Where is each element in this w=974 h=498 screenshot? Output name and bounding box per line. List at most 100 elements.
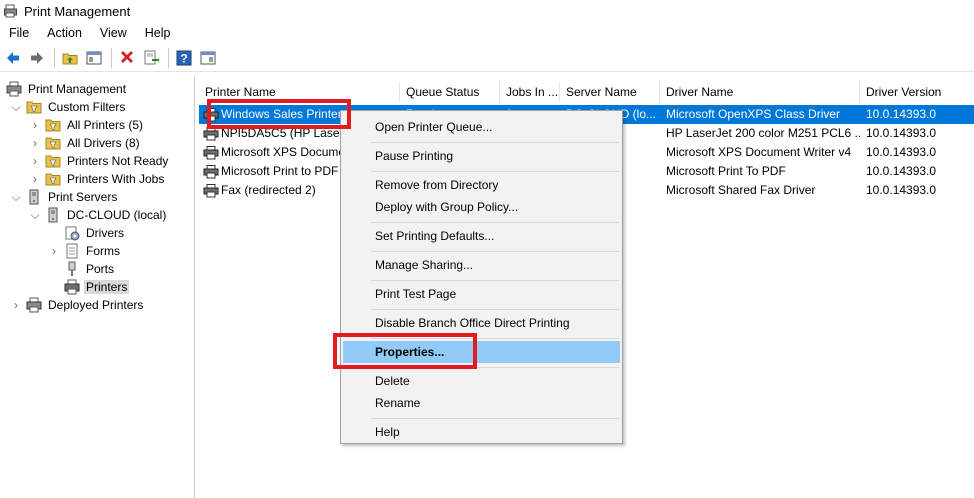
column-header-queue-status[interactable]: Queue Status	[400, 82, 500, 102]
show-hide-console-tree-button[interactable]	[83, 47, 105, 69]
back-button[interactable]	[2, 47, 24, 69]
menu-item-manage-sharing[interactable]: Manage Sharing...	[343, 254, 620, 276]
menu-item-set-printing-defaults[interactable]: Set Printing Defaults...	[343, 225, 620, 247]
menu-item-pause-printing[interactable]: Pause Printing	[343, 145, 620, 167]
driver-name-cell: Microsoft XPS Document Writer v4	[666, 145, 852, 159]
tree-item-all-printers[interactable]: › All Printers (5)	[29, 116, 145, 134]
chevron-right-icon[interactable]: ›	[10, 298, 22, 312]
filter-folder-icon	[26, 101, 42, 114]
menu-item-remove-from-directory[interactable]: Remove from Directory	[343, 174, 620, 196]
up-folder-icon	[62, 53, 78, 64]
driver-version-cell: 10.0.14393.0	[866, 164, 937, 178]
title-bar: Print Management	[0, 0, 974, 22]
tree-label: All Printers (5)	[67, 118, 144, 132]
tree-item-forms[interactable]: › Forms	[48, 242, 122, 260]
menu-separator	[371, 251, 619, 252]
driver-version-cell: 10.0.14393.0	[866, 145, 937, 159]
filter-icon	[45, 155, 61, 168]
tree-label: All Drivers (8)	[67, 136, 140, 150]
column-header-driver-version[interactable]: Driver Version	[860, 82, 974, 102]
tree-item-deployed-printers[interactable]: › Deployed Printers	[10, 296, 145, 314]
menu-item-delete[interactable]: Delete	[343, 370, 620, 392]
menu-bar: File Action View Help	[0, 22, 974, 44]
chevron-down-icon[interactable]: ⌵	[10, 100, 22, 114]
toolbar-separator	[168, 47, 169, 68]
tree-item-all-drivers[interactable]: › All Drivers (8)	[29, 134, 142, 152]
chevron-right-icon[interactable]: ›	[29, 136, 41, 150]
menu-view[interactable]: View	[91, 22, 136, 44]
show-hide-action-pane-icon	[200, 51, 216, 64]
driver-name-cell: HP LaserJet 200 color M251 PCL6 ...	[666, 126, 860, 140]
menu-separator	[371, 418, 619, 419]
tree-item-ports[interactable]: Ports	[64, 260, 116, 278]
menu-item-open-printer-queue[interactable]: Open Printer Queue...	[343, 116, 620, 138]
chevron-right-icon[interactable]: ›	[29, 172, 41, 186]
chevron-down-icon[interactable]: ⌵	[10, 190, 22, 204]
column-header-driver-name[interactable]: Driver Name	[660, 82, 860, 102]
show-hide-action-pane-button[interactable]	[197, 47, 219, 69]
printer-icon	[203, 145, 219, 159]
delete-icon	[121, 50, 133, 63]
back-arrow-icon	[7, 51, 19, 64]
column-header-jobs-in-queue[interactable]: Jobs In ...	[500, 82, 560, 102]
tree-label: Custom Filters	[48, 100, 126, 114]
window-title: Print Management	[24, 3, 131, 19]
menu-item-print-test-page[interactable]: Print Test Page	[343, 283, 620, 305]
tree-item-dc-cloud[interactable]: ⌵ DC-CLOUD (local)	[29, 206, 168, 224]
chevron-right-icon[interactable]: ›	[29, 118, 41, 132]
tree-label: Printers	[84, 280, 130, 294]
export-list-button[interactable]	[140, 47, 162, 69]
toolbar: ?	[0, 44, 974, 72]
menu-item-help[interactable]: Help	[343, 421, 620, 443]
forward-button[interactable]	[26, 47, 48, 69]
deployed-printers-icon	[26, 297, 42, 313]
tree-item-custom-filters[interactable]: ⌵ Custom Filters	[10, 98, 127, 116]
menu-item-deploy-with-group-policy[interactable]: Deploy with Group Policy...	[343, 196, 620, 218]
server-icon	[29, 189, 39, 205]
tree-item-drivers[interactable]: Drivers	[64, 224, 126, 242]
tree-item-printers[interactable]: Printers	[64, 278, 130, 296]
printer-name: Microsoft Print to PDF	[221, 164, 339, 178]
printer-name: Fax (redirected 2)	[221, 183, 316, 197]
svg-text:?: ?	[180, 51, 187, 65]
menu-separator	[371, 222, 619, 223]
tree-label: Ports	[86, 262, 115, 276]
menu-item-disable-branch-office-direct-printing[interactable]: Disable Branch Office Direct Printing	[343, 312, 620, 334]
tree-label: Print Servers	[48, 190, 118, 204]
ports-icon	[68, 261, 76, 276]
delete-button[interactable]	[116, 47, 138, 69]
menu-separator	[371, 280, 619, 281]
toolbar-separator	[111, 47, 112, 68]
chevron-right-icon[interactable]: ›	[29, 154, 41, 168]
fax-icon	[203, 183, 219, 197]
tree-item-printers-with-jobs[interactable]: › Printers With Jobs	[29, 170, 166, 188]
tree-item-print-management[interactable]: Print Management	[6, 80, 128, 98]
up-one-level-button[interactable]	[59, 47, 81, 69]
export-list-icon	[144, 50, 159, 64]
menu-action[interactable]: Action	[38, 22, 91, 44]
tree-label: DC-CLOUD (local)	[67, 208, 167, 222]
tree-item-print-servers[interactable]: ⌵ Print Servers	[10, 188, 119, 206]
print-management-app-icon	[4, 4, 17, 18]
menu-separator	[371, 171, 619, 172]
menu-help[interactable]: Help	[136, 22, 180, 44]
help-button[interactable]: ?	[173, 47, 195, 69]
filter-icon	[45, 173, 61, 186]
menu-item-rename[interactable]: Rename	[343, 392, 620, 414]
driver-version-cell: 10.0.14393.0	[866, 126, 937, 140]
tree-label: Print Management	[28, 82, 127, 96]
toolbar-separator	[54, 47, 55, 68]
chevron-down-icon[interactable]: ⌵	[29, 208, 41, 222]
column-header-server-name[interactable]: Server Name	[560, 82, 660, 102]
chevron-right-icon[interactable]: ›	[48, 244, 60, 258]
printer-icon	[203, 164, 219, 178]
menu-file[interactable]: File	[0, 22, 38, 44]
printer-name: Microsoft XPS Docume...	[221, 145, 356, 159]
printer-icon	[64, 279, 80, 295]
show-hide-console-tree-icon	[86, 51, 102, 64]
tree-label: Printers Not Ready	[67, 154, 169, 168]
forward-arrow-icon	[31, 51, 43, 64]
highlight-box-selected-printer	[207, 99, 351, 129]
tree-label: Printers With Jobs	[67, 172, 165, 186]
tree-item-printers-not-ready[interactable]: › Printers Not Ready	[29, 152, 170, 170]
